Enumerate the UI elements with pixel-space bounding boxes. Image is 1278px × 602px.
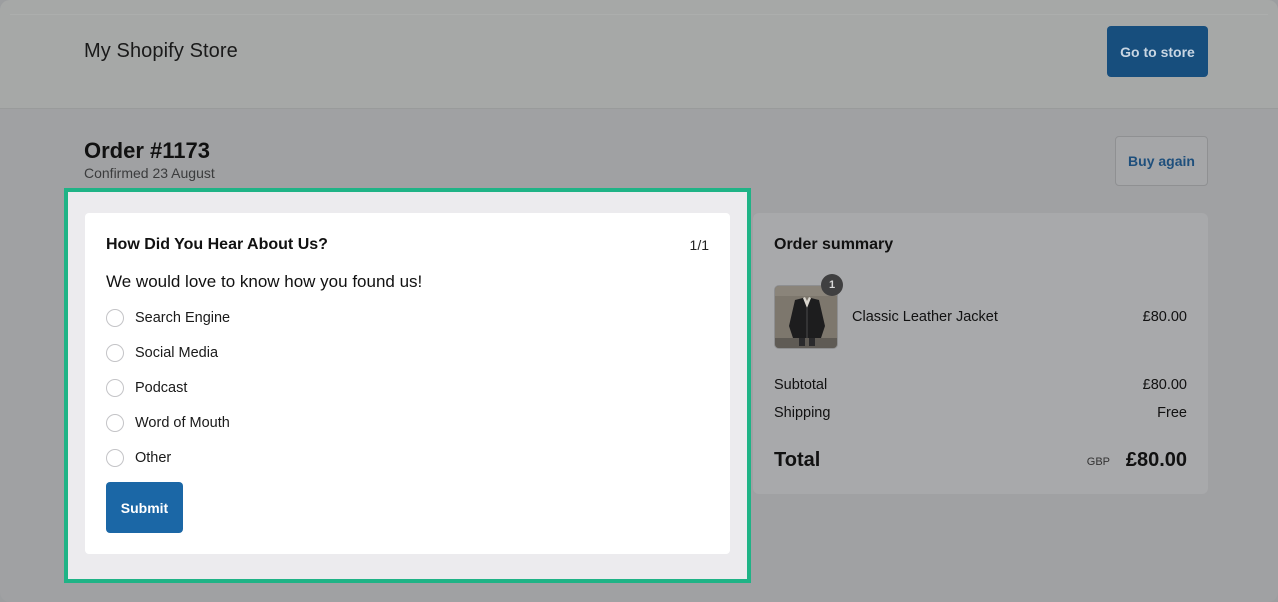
radio-button[interactable]	[106, 309, 124, 327]
radio-button[interactable]	[106, 414, 124, 432]
product-price: £80.00	[1142, 309, 1187, 325]
option-label: Other	[135, 450, 172, 466]
submit-button[interactable]: Submit	[106, 482, 183, 533]
order-confirmed-date: Confirmed 23 August	[84, 165, 215, 181]
radio-button[interactable]	[106, 344, 124, 362]
shipping-value: Free	[1157, 405, 1187, 421]
store-name: My Shopify Store	[84, 40, 238, 62]
total-label: Total	[774, 449, 821, 471]
store-header: My Shopify Store Go to store	[0, 0, 1278, 109]
subtotal-label: Subtotal	[774, 377, 828, 393]
survey-option-social-media[interactable]: Social Media	[106, 343, 218, 363]
product-name: Classic Leather Jacket	[852, 309, 998, 325]
survey-card: How Did You Hear About Us? 1/1 We would …	[85, 213, 730, 554]
option-label: Word of Mouth	[135, 415, 230, 431]
buy-again-button[interactable]: Buy again	[1115, 136, 1208, 186]
total-value: £80.00	[1125, 449, 1187, 471]
header-divider	[10, 14, 1268, 15]
page-frame: My Shopify Store Go to store Order #1173…	[0, 0, 1278, 602]
survey-page-indicator: 1/1	[689, 237, 709, 253]
total-currency: GBP	[1086, 456, 1110, 468]
survey-option-other[interactable]: Other	[106, 448, 171, 468]
subtotal-value: £80.00	[1142, 377, 1187, 393]
option-label: Search Engine	[135, 310, 231, 326]
survey-title: How Did You Hear About Us?	[106, 236, 328, 253]
order-summary-panel: Order summary 1 Classic Leather Jacket £…	[753, 213, 1208, 494]
radio-button[interactable]	[106, 449, 124, 467]
shipping-label: Shipping	[774, 405, 831, 421]
order-title: Order #1173	[84, 138, 210, 163]
survey-prompt: We would love to know how you found us!	[106, 272, 423, 291]
survey-option-word-of-mouth[interactable]: Word of Mouth	[106, 413, 230, 433]
quantity-badge: 1	[821, 274, 843, 296]
radio-button[interactable]	[106, 379, 124, 397]
go-to-store-button[interactable]: Go to store	[1107, 26, 1208, 77]
option-label: Social Media	[135, 345, 219, 361]
survey-option-search-engine[interactable]: Search Engine	[106, 308, 230, 328]
option-label: Podcast	[135, 380, 188, 396]
order-summary-title: Order summary	[774, 236, 894, 253]
survey-option-podcast[interactable]: Podcast	[106, 378, 187, 398]
